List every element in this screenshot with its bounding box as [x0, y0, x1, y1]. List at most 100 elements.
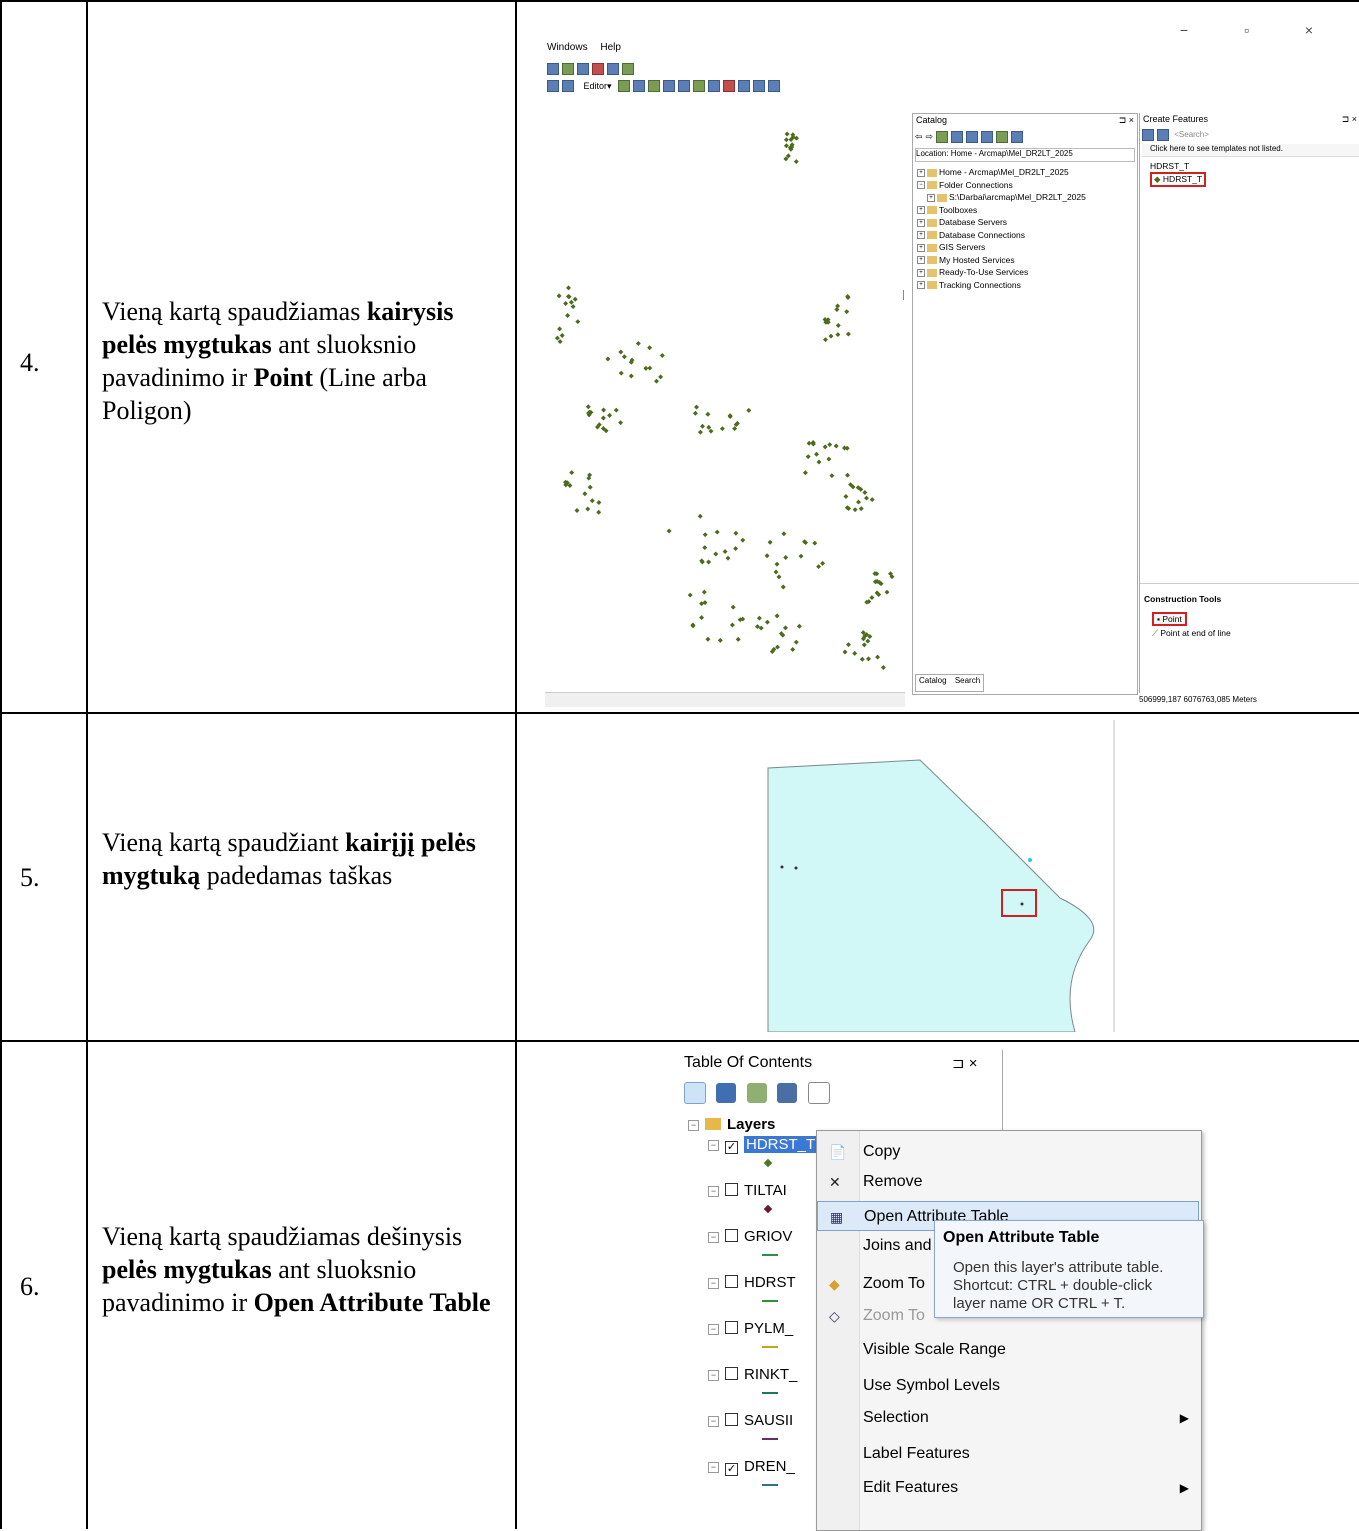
layer-row[interactable]: − RINKT_ [708, 1366, 797, 1383]
toolbar-icon[interactable] [592, 62, 604, 75]
toolbar-icon[interactable] [577, 62, 589, 75]
map-canvas[interactable] [545, 110, 905, 695]
collapse-icon[interactable]: − [708, 1232, 719, 1243]
expand-icon[interactable]: + [917, 218, 925, 227]
up-icon[interactable] [936, 131, 949, 143]
toolbar-icon[interactable] [648, 80, 661, 92]
list-by-drawing-order-icon[interactable] [684, 1082, 706, 1104]
toolbar-icon[interactable] [607, 62, 619, 75]
expand-icon[interactable]: + [917, 281, 925, 290]
location-field[interactable]: Location: Home - Arcmap\Mel_DR2LT_2025 [915, 148, 1135, 162]
catalog-tree-item[interactable]: + Tracking Connections [917, 279, 1086, 292]
connect-icon[interactable] [966, 131, 979, 143]
toolbar-icon[interactable] [633, 80, 646, 92]
layer-checkbox[interactable]: ✓ [725, 1463, 738, 1476]
splitter[interactable] [903, 290, 904, 300]
expand-icon[interactable]: + [917, 231, 925, 240]
menu-item[interactable]: Selection ▶ [817, 1403, 1199, 1433]
toolbar-icon[interactable] [562, 62, 574, 75]
catalog-tree-item[interactable]: + My Hosted Services [917, 254, 1086, 267]
views-icon[interactable] [981, 131, 994, 143]
collapse-icon[interactable]: − [708, 1370, 719, 1381]
collapse-icon[interactable]: − [708, 1186, 719, 1197]
catalog-tree-item[interactable]: + Database Connections [917, 229, 1086, 242]
layer-row[interactable]: − ✓ DREN_ [708, 1458, 795, 1476]
home-icon[interactable] [951, 131, 964, 143]
layer-checkbox[interactable] [725, 1367, 738, 1380]
filter-icon[interactable] [1157, 129, 1169, 141]
tool-point-end-of-line[interactable]: ⟋ Point at end of line [1152, 628, 1231, 639]
layer-row[interactable]: − PYLM_ [708, 1320, 793, 1337]
layer-checkbox[interactable]: ✓ [725, 1141, 738, 1154]
layer-checkbox[interactable] [725, 1413, 738, 1426]
layer-checkbox[interactable] [725, 1275, 738, 1288]
layer-row[interactable]: − SAUSII [708, 1412, 793, 1429]
layer-name[interactable]: TILTAI [744, 1182, 787, 1199]
toolbar-icon[interactable] [723, 80, 736, 92]
expand-icon[interactable]: + [927, 193, 935, 202]
menu-item[interactable]: ✕ Remove [817, 1167, 1199, 1197]
expand-icon[interactable]: + [917, 256, 925, 265]
options-icon[interactable] [1011, 131, 1024, 143]
expand-icon[interactable]: + [917, 243, 925, 252]
layer-name[interactable]: HDRST_T [744, 1136, 818, 1153]
toolbar-icon[interactable] [768, 80, 781, 92]
search-input[interactable]: <Search> [1174, 130, 1209, 139]
toolbar-icon[interactable] [693, 80, 706, 92]
menu-help[interactable]: Help [600, 42, 621, 53]
layer-name[interactable]: RINKT_ [744, 1366, 797, 1383]
toolbar-icon[interactable] [547, 62, 559, 75]
toolbar-icon[interactable] [547, 80, 559, 92]
organize-icon[interactable] [1142, 129, 1154, 141]
collapse-icon[interactable]: − [708, 1462, 719, 1473]
layers-root[interactable]: − Layers [688, 1116, 775, 1133]
toolbar-icon[interactable] [753, 80, 766, 92]
pin-close-icon[interactable]: ⊐ × [952, 1054, 978, 1072]
collapse-icon[interactable]: − [688, 1120, 699, 1131]
collapse-icon[interactable]: − [708, 1324, 719, 1335]
layer-row[interactable]: − GRIOV [708, 1228, 792, 1245]
back-icon[interactable]: ⇦ [915, 131, 926, 141]
layer-row[interactable]: − ✓ HDRST_T [708, 1136, 818, 1154]
catalog-tree-item[interactable]: + GIS Servers [917, 241, 1086, 254]
tab-catalog[interactable]: Catalog [919, 676, 947, 685]
layer-name[interactable]: SAUSII [744, 1412, 793, 1429]
menu-item[interactable]: Edit Features ▶ [817, 1473, 1199, 1503]
expand-icon[interactable]: − [917, 181, 925, 190]
menu-item[interactable]: Use Symbol Levels [817, 1371, 1199, 1401]
pin-close-icon[interactable]: ⊐ × [1119, 115, 1134, 127]
collapse-icon[interactable]: − [708, 1278, 719, 1289]
layer-name[interactable]: GRIOV [744, 1228, 792, 1245]
toolbar-icon[interactable] [562, 80, 574, 92]
collapse-icon[interactable]: − [708, 1140, 719, 1151]
toolbar-icon[interactable] [622, 62, 634, 75]
toolbar-icon[interactable] [678, 80, 691, 92]
new-folder-icon[interactable] [996, 131, 1009, 143]
list-by-source-icon[interactable] [716, 1083, 737, 1103]
layer-row[interactable]: − TILTAI [708, 1182, 787, 1199]
layer-row[interactable]: − HDRST [708, 1274, 796, 1291]
layer-name[interactable]: DREN_ [744, 1458, 795, 1475]
layer-checkbox[interactable] [725, 1229, 738, 1242]
toolbar-icon[interactable] [618, 80, 631, 92]
expand-icon[interactable]: + [917, 168, 925, 177]
menu-item[interactable]: 📄 Copy [817, 1137, 1199, 1167]
toolbar-icon[interactable] [663, 80, 676, 92]
expand-icon[interactable]: + [917, 268, 925, 277]
layer-checkbox[interactable] [725, 1321, 738, 1334]
polygon-map[interactable] [520, 720, 1355, 1033]
tool-point[interactable]: ▪ Point [1152, 612, 1187, 626]
tab-search[interactable]: Search [955, 676, 980, 685]
editor-menu[interactable]: Editor▾ [584, 81, 612, 91]
window-controls[interactable]: − ▫ × [1180, 22, 1339, 38]
forward-icon[interactable]: ⇨ [926, 131, 937, 141]
pin-close-icon[interactable]: ⊐ × [1342, 114, 1357, 126]
collapse-icon[interactable]: − [708, 1416, 719, 1427]
catalog-tree-item[interactable]: + S:\Darbai\arcmap\Mel_DR2LT_2025 [917, 191, 1086, 204]
layer-checkbox[interactable] [725, 1183, 738, 1196]
layer-name[interactable]: HDRST [744, 1274, 796, 1291]
catalog-tree-item[interactable]: + Ready-To-Use Services [917, 266, 1086, 279]
toolbar-icon[interactable] [708, 80, 721, 92]
templates-notice[interactable]: Click here to see templates not listed. [1142, 144, 1359, 157]
toolbar-icon[interactable] [738, 80, 751, 92]
